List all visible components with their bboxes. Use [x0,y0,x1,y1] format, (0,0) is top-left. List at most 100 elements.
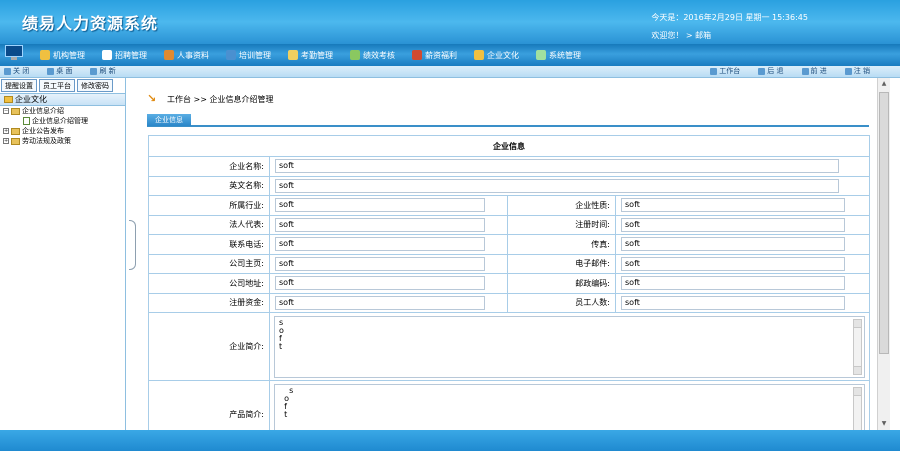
arrow-icon [147,92,157,105]
textarea-scrollbar[interactable] [853,386,862,430]
fax-input[interactable]: soft [621,237,845,252]
expand-icon[interactable]: + [3,138,9,144]
nav-item-label: 招聘管理 [115,50,147,60]
refresh-icon [90,67,98,75]
nav-item-label: 机构管理 [53,50,85,60]
nav-item-icon [474,50,484,60]
nav-item-0[interactable]: 机构管理 [40,50,85,61]
industry-input[interactable]: soft [275,198,485,213]
tree-item[interactable]: − 企业信息介绍 [3,106,125,116]
reg-time-input[interactable]: soft [621,217,845,232]
breadcrumb-text: 工作台 >> 企业信息介绍管理 [167,95,274,104]
desktop-icon [47,67,55,75]
nav-item-8[interactable]: 系统管理 [536,50,581,61]
splitter-handle[interactable] [129,220,136,270]
expand-icon[interactable]: + [3,128,9,134]
company-nature-input[interactable]: soft [621,198,845,213]
nav-item-icon [536,50,546,60]
email-input[interactable]: soft [621,256,845,271]
culture-icon [4,96,13,103]
nav-item-3[interactable]: 培训管理 [226,50,271,61]
page-scrollbar[interactable]: ▲ ▼ [877,78,890,430]
workbench-button[interactable]: 工作台 [710,66,740,76]
header-info: 今天是：2016年2月29日 星期一 15:36:45 欢迎您！ > 邮箱 [651,9,808,45]
back-button[interactable]: 后 退 [758,66,784,76]
forward-icon [801,67,809,75]
textarea-scrollbar[interactable] [853,318,862,375]
monitor-icon [4,45,24,61]
tab-reminder-settings[interactable]: 提醒设置 [1,79,37,92]
tree-item[interactable]: + 企业公告发布 [3,126,125,136]
folder-icon [11,137,20,145]
main-content: 工作台 >> 企业信息介绍管理 企业信息 企业信息 企业名称: soft 英文名… [137,78,877,430]
nav-item-6[interactable]: 薪资福利 [412,50,457,61]
staff-count-input[interactable]: soft [621,295,845,310]
scroll-down-icon[interactable]: ▼ [879,419,889,429]
logout-button[interactable]: 注 销 [844,66,870,76]
nav-item-1[interactable]: 招聘管理 [102,50,147,61]
forward-button[interactable]: 前 进 [801,66,827,76]
nav-item-4[interactable]: 考勤管理 [288,50,333,61]
phone-input[interactable]: soft [275,237,485,252]
field-label: 企业名称: [148,156,270,177]
tree-item-label: 劳动法规及政策 [22,137,71,145]
folder-icon [11,107,20,115]
nav-item-5[interactable]: 绩效考核 [350,50,395,61]
logout-icon [844,67,852,75]
desktop-button[interactable]: 桌 面 [47,66,72,76]
close-button[interactable]: 关 闭 [4,66,29,76]
splitter [128,78,136,430]
home-icon [710,67,718,75]
breadcrumb: 工作台 >> 企业信息介绍管理 [147,92,274,105]
nav-item-label: 考勤管理 [301,50,333,60]
form-title: 企业信息 [148,135,870,157]
nav-item-label: 薪资福利 [425,50,457,60]
nav-item-icon [350,50,360,60]
user-display[interactable]: 欢迎您！ > 邮箱 [651,27,808,45]
tree-item[interactable]: + 劳动法规及政策 [3,136,125,146]
tab-employee-platform[interactable]: 员工平台 [39,79,75,92]
scroll-thumb[interactable] [879,92,889,354]
right-edge [890,78,900,430]
company-intro-text: s o f t [279,317,284,351]
tree-item[interactable]: 企业信息介绍管理 [3,116,125,126]
tab-company-info[interactable]: 企业信息 [147,114,191,126]
scroll-up-icon[interactable]: ▲ [879,79,889,89]
address-input[interactable]: soft [275,276,485,291]
tree-item-label: 企业信息介绍 [22,107,64,115]
collapse-icon[interactable]: − [3,108,9,114]
tree-item-label: 企业公告发布 [22,127,64,135]
field-label: 注册时间: [507,214,616,235]
nav-item-icon [40,50,50,60]
nav-item-icon [102,50,112,60]
field-label: 联系电话: [148,234,270,255]
nav-item-7[interactable]: 企业文化 [474,50,519,61]
nav-item-label: 企业文化 [487,50,519,60]
company-name-input[interactable]: soft [275,159,839,174]
nav-item-label: 绩效考核 [363,50,395,60]
field-label: 公司主页: [148,253,270,274]
nav-item-icon [226,50,236,60]
nav-item-label: 人事资料 [177,50,209,60]
nav-item-2[interactable]: 人事资料 [164,50,209,61]
company-info-form: 企业信息 企业名称: soft 英文名称: soft 所属行业: soft 企业… [148,135,870,430]
tree-item-label: 企业信息介绍管理 [32,117,88,125]
zip-input[interactable]: soft [621,276,845,291]
refresh-button[interactable]: 刷 新 [90,66,116,76]
tab-change-password[interactable]: 修改密码 [77,79,113,92]
field-label: 注册资金: [148,292,270,313]
homepage-input[interactable]: soft [275,256,485,271]
field-label: 员工人数: [507,292,616,313]
left-section-title: 企业文化 [15,95,47,104]
capital-input[interactable]: soft [275,295,485,310]
nav-item-icon [412,50,422,60]
product-intro-textarea[interactable]: s o f t [274,383,865,430]
english-name-input[interactable]: soft [275,178,839,193]
company-intro-textarea[interactable]: s o f t [274,315,865,378]
folder-icon [11,127,20,135]
field-label: 公司地址: [148,273,270,294]
date-display: 今天是：2016年2月29日 星期一 15:36:45 [651,13,808,22]
product-intro-text: s o f t [284,385,294,419]
footer-bar [0,430,900,451]
legal-rep-input[interactable]: soft [275,217,485,232]
